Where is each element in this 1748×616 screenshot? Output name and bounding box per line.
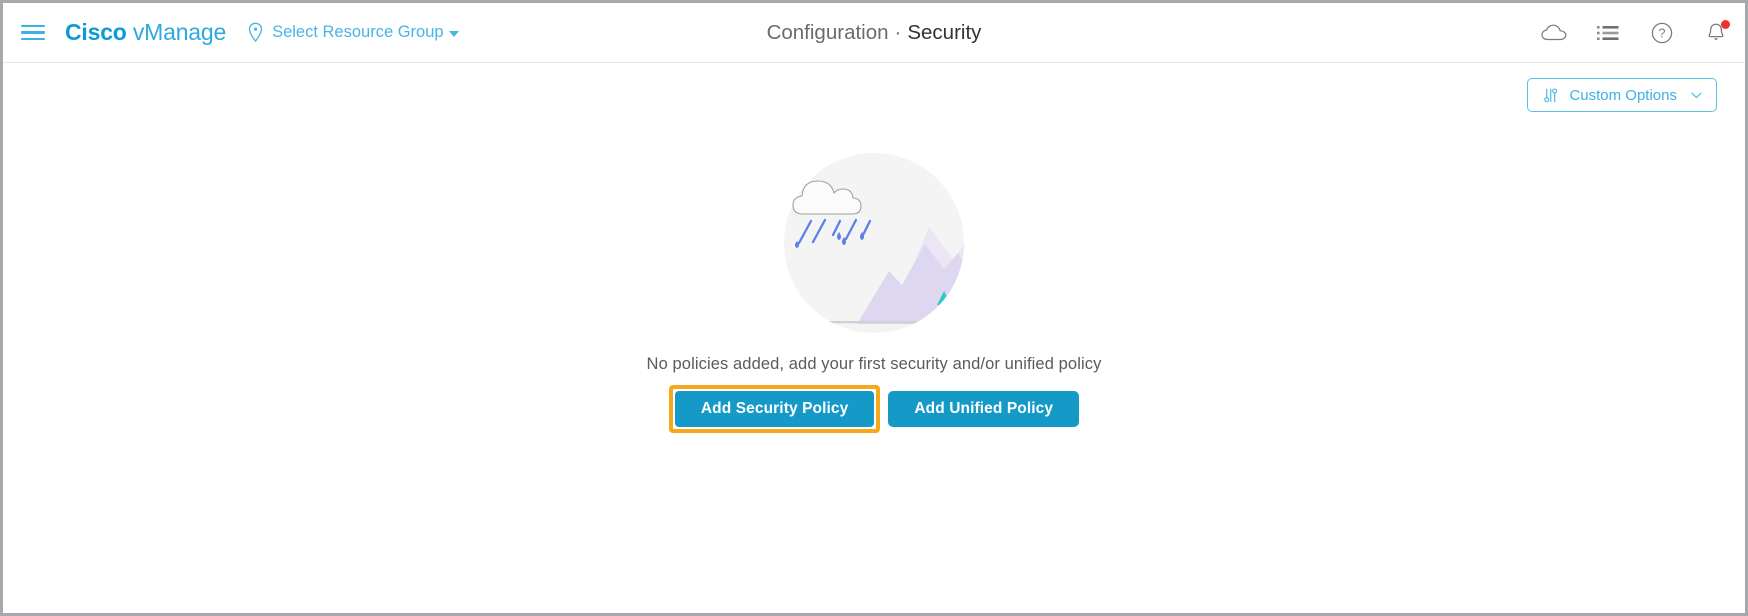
custom-options-label: Custom Options xyxy=(1569,86,1677,104)
add-unified-policy-button[interactable]: Add Unified Policy xyxy=(888,391,1080,427)
add-security-policy-highlight: Add Security Policy xyxy=(668,385,881,433)
hamburger-line xyxy=(21,31,45,34)
vmanage-app-window: Cisco vManage Select Resource Group Conf… xyxy=(0,0,1748,616)
chevron-down-icon xyxy=(1691,92,1702,98)
empty-state-panel: No policies added, add your first securi… xyxy=(3,127,1745,613)
hamburger-line xyxy=(21,24,45,28)
rain-cloud-mountains-illustration xyxy=(784,153,964,333)
page-title-page: Security xyxy=(907,21,982,44)
resource-group-label: Select Resource Group xyxy=(272,23,444,41)
sliders-icon xyxy=(1544,87,1558,102)
select-resource-group-dropdown[interactable]: Select Resource Group xyxy=(246,22,459,43)
notification-badge xyxy=(1721,19,1730,29)
app-logo[interactable]: Cisco vManage xyxy=(65,19,226,46)
page-title-separator: · xyxy=(894,21,902,44)
hamburger-menu-icon[interactable] xyxy=(21,20,47,46)
location-pin-icon xyxy=(248,22,263,43)
brand-vmanage: vManage xyxy=(132,19,227,45)
cloud-icon[interactable] xyxy=(1539,18,1569,48)
list-icon[interactable] xyxy=(1593,18,1623,48)
page-title-section: Configuration xyxy=(766,21,889,44)
top-header-bar: Cisco vManage Select Resource Group Conf… xyxy=(3,3,1745,63)
empty-state-actions: Add Security Policy Add Unified Policy xyxy=(668,385,1080,433)
list-glyph xyxy=(1597,25,1619,40)
header-actions: ? xyxy=(1539,18,1731,48)
cloud-glyph xyxy=(1541,24,1567,40)
hamburger-line xyxy=(21,37,45,41)
empty-state-message: No policies added, add your first securi… xyxy=(646,355,1102,373)
ground-line xyxy=(794,321,964,324)
help-glyph: ? xyxy=(1651,22,1673,43)
pine-tree-right xyxy=(955,282,964,322)
custom-options-button[interactable]: Custom Options xyxy=(1527,78,1717,112)
help-icon[interactable]: ? xyxy=(1647,18,1677,48)
svg-text:?: ? xyxy=(1659,26,1666,40)
bell-icon[interactable] xyxy=(1701,18,1731,48)
caret-down-icon xyxy=(448,30,459,37)
add-security-policy-button[interactable]: Add Security Policy xyxy=(674,391,875,427)
toolbar-row: Custom Options xyxy=(3,63,1745,127)
brand-cisco: Cisco xyxy=(65,19,127,45)
